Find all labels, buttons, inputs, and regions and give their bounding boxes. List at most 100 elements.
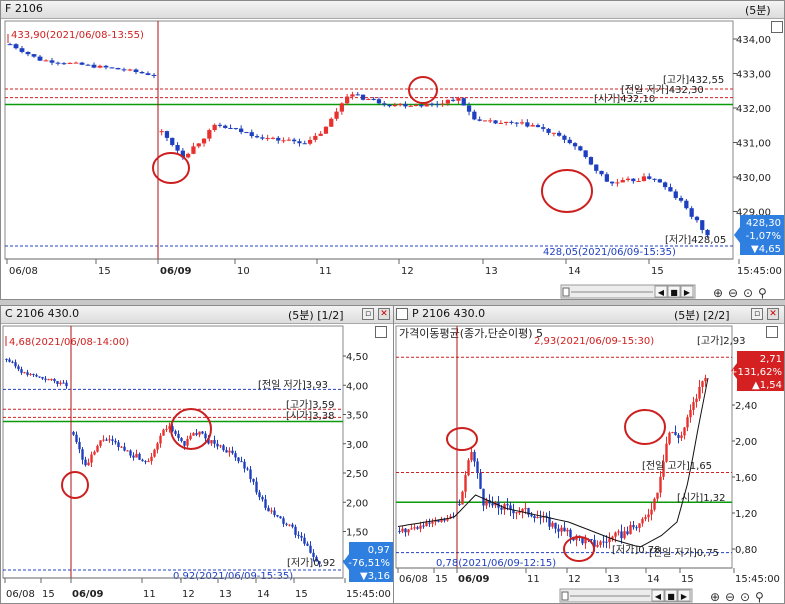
- f-d1-candle: [115, 67, 121, 70]
- c-d1-candle: [53, 379, 56, 382]
- c-d2-candle: [90, 454, 93, 463]
- c-d2-candle: [288, 524, 291, 526]
- c-d2-candle: [93, 451, 96, 455]
- time-axis-label: 15: [435, 574, 448, 585]
- p-d2-candle: [482, 488, 485, 506]
- p-d2-candle: [650, 509, 653, 515]
- c-d2-candle: [255, 481, 258, 493]
- p-d2-candle: [629, 525, 632, 535]
- f-d2-candle: [578, 146, 583, 151]
- f-d2-candle: [472, 111, 477, 120]
- c-d2-candle: [282, 518, 285, 524]
- c-d2-candle: [210, 440, 213, 444]
- p-d2-candle: [683, 427, 686, 436]
- p-d2-candle: [491, 503, 494, 506]
- p-d2-candle: [464, 475, 467, 492]
- p-d2-candle: [647, 514, 650, 518]
- p-d1-candle: [401, 528, 404, 532]
- f-d2-candle: [562, 135, 567, 140]
- c-d2-candle: [198, 431, 201, 435]
- f-d2-candle: [217, 124, 223, 126]
- open-tag: [시가]1,32: [677, 492, 725, 504]
- c-d1-candle: [56, 381, 59, 384]
- prev-low-tag: [전일 저가]3,93: [258, 379, 328, 391]
- f-d2-candle: [392, 104, 397, 107]
- badge-percent: -76,51%: [348, 558, 390, 569]
- time-axis-label: 12: [182, 589, 195, 600]
- c-d2-candle: [228, 450, 231, 453]
- f-d2-candle: [398, 103, 403, 105]
- c-d1-candle: [59, 382, 62, 384]
- c-d2-candle: [147, 461, 150, 463]
- c-d1-candle: [50, 379, 53, 381]
- c-d2-candle: [306, 543, 309, 546]
- call-option-chart-panel: C 2106 430.0 (5분) [1/2] ▫ ✕ 4,50 4,00 3,50…: [0, 305, 394, 604]
- c-d2-candle: [75, 434, 78, 443]
- futures-candlestick-chart[interactable]: 434,00433,00432,00431,00430,00429,00433,…: [1, 1, 785, 300]
- f-d2-candle: [350, 94, 355, 97]
- p-d2-candle: [674, 431, 677, 435]
- c-d2-candle: [204, 433, 207, 439]
- c-d2-candle: [78, 442, 81, 450]
- price-axis-label: 432,00: [736, 104, 771, 115]
- f-d1-candle: [133, 69, 139, 73]
- f-d2-candle: [170, 137, 175, 145]
- f-d1-candle: [61, 63, 67, 65]
- p-d2-candle: [644, 517, 647, 519]
- f-d2-candle: [451, 99, 456, 101]
- p-d2-candle: [689, 409, 692, 418]
- f-d2-candle: [175, 144, 180, 151]
- f-d2-candle: [286, 139, 291, 141]
- f-d2-candle: [419, 104, 424, 107]
- p-d1-candle: [419, 525, 422, 529]
- p-d2-candle: [659, 476, 662, 493]
- p-d2-candle: [623, 531, 626, 539]
- p-d2-candle: [635, 527, 638, 529]
- f-d2-candle: [588, 157, 594, 165]
- f-d2-candle: [345, 96, 350, 104]
- c-d2-candle: [225, 450, 228, 453]
- badge-change: ▼4,65: [751, 244, 781, 255]
- f-d2-candle: [223, 125, 228, 128]
- p-d1-candle: [431, 521, 434, 524]
- plot-area: [4, 20, 734, 260]
- time-axis-label: 11: [527, 574, 540, 585]
- f-d2-candle: [371, 98, 376, 100]
- time-axis-label: 06/08: [399, 574, 428, 585]
- f-d1-candle: [139, 72, 145, 74]
- time-axis-label: 11: [143, 589, 156, 600]
- f-d2-candle: [525, 122, 530, 127]
- time-axis-label: 06/08: [9, 266, 38, 277]
- c-d2-candle: [273, 510, 276, 516]
- price-axis-label: 4,50: [346, 352, 368, 363]
- c-d2-candle: [138, 453, 141, 460]
- time-axis-label: 06/09: [72, 589, 104, 600]
- p-d1-candle: [416, 527, 419, 529]
- f-d1-candle: [127, 69, 133, 71]
- c-d2-candle: [105, 439, 108, 441]
- p-d2-candle: [617, 531, 620, 533]
- price-axis-label: 3,00: [346, 440, 368, 451]
- high-note: 433,90(2021/06/08-13:55): [11, 30, 144, 41]
- time-axis-label: 12: [401, 266, 414, 277]
- f-d2-candle: [482, 120, 488, 122]
- badge-price: 428,30: [746, 218, 781, 229]
- f-d1-candle: [19, 48, 25, 52]
- low-note: 0,78(2021/06/09-12:15): [436, 558, 556, 569]
- p-d2-candle: [530, 514, 533, 517]
- c-d2-candle: [249, 469, 252, 480]
- put-candlestick-chart[interactable]: 가격이동평균(종가,단순이평) 5 2,40 2,00 1,60 1,20 0,80 2,9…: [394, 306, 785, 604]
- f-d2-candle: [249, 132, 254, 137]
- c-d2-candle: [99, 440, 102, 446]
- call-candlestick-chart[interactable]: 4,504,003,503,002,502,001,501,004,68(202…: [1, 306, 394, 604]
- p-d2-candle: [668, 432, 671, 444]
- f-d2-candle: [191, 146, 196, 154]
- f-d2-candle: [382, 103, 387, 105]
- f-d2-candle: [610, 181, 615, 184]
- p-d2-candle: [485, 500, 488, 506]
- f-d2-candle: [360, 94, 366, 100]
- c-d1-candle: [23, 372, 26, 374]
- f-d1-candle: [37, 56, 43, 61]
- f-d2-candle: [334, 111, 339, 119]
- f-d1-candle: [121, 69, 127, 71]
